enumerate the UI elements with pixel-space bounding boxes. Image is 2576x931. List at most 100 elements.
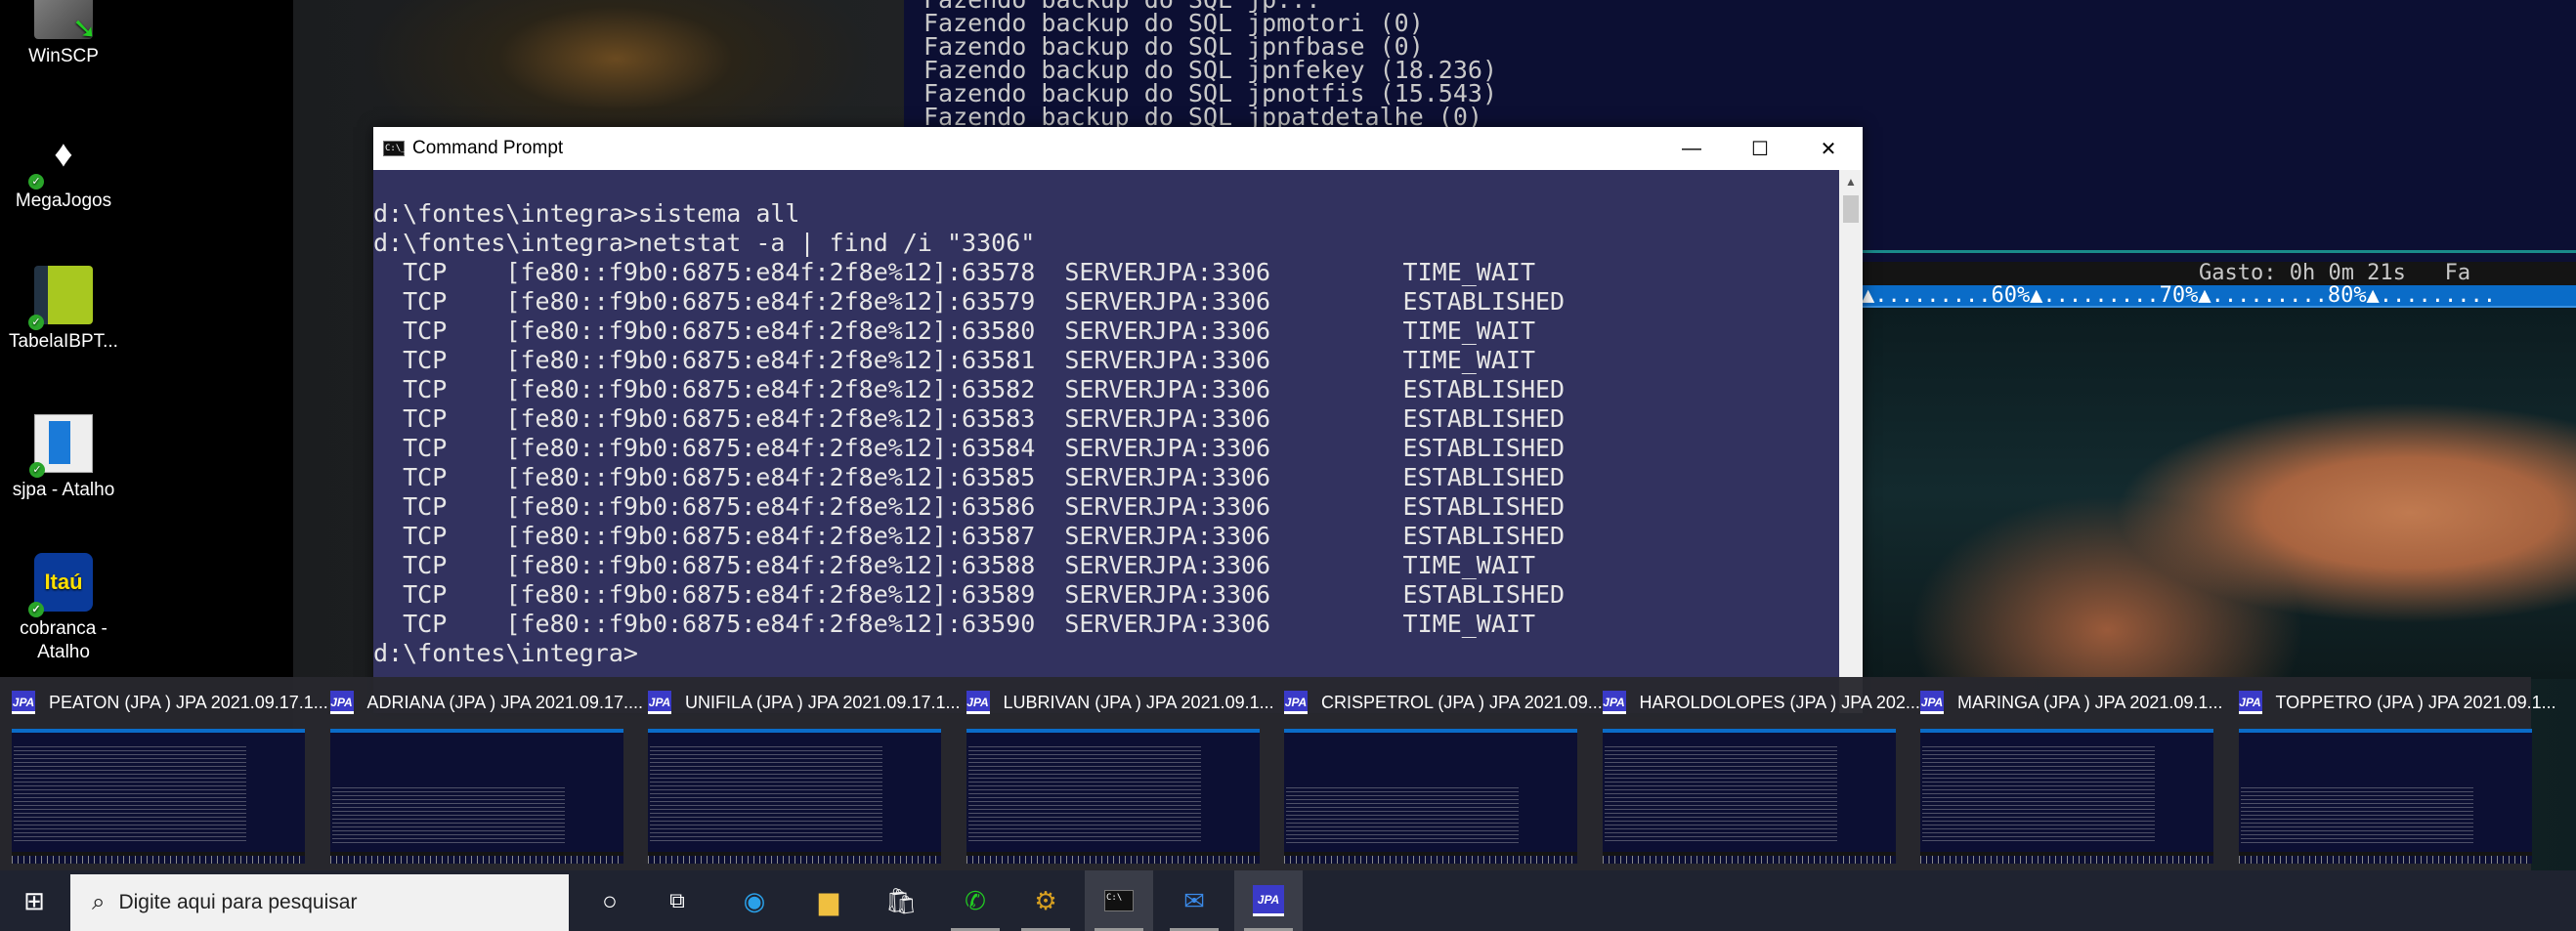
netstat-state: TIME_WAIT [1402, 610, 1536, 638]
spreadsheet-icon: ✓ [28, 266, 93, 330]
vertical-scrollbar[interactable]: ▲ [1839, 170, 1863, 713]
taskbar-app[interactable]: ⚙ [1011, 870, 1080, 931]
netstat-local: [fe80::f9b0:6875:e84f:2f8e%12]:63578 [505, 258, 1036, 286]
jpa-icon: JPA [1253, 885, 1284, 916]
netstat-state: ESTABLISHED [1402, 522, 1566, 550]
taskbar-jpa[interactable]: JPA [1234, 870, 1303, 931]
thumbnail-preview [2238, 729, 2532, 864]
minimize-button[interactable]: — [1657, 127, 1726, 170]
close-button[interactable]: ✕ [1794, 127, 1863, 170]
search-box[interactable]: ⌕ Digite aqui para pesquisar [70, 874, 569, 931]
netstat-row: TCP [fe80::f9b0:6875:e84f:2f8e%12]:63584 S… [373, 434, 1839, 463]
window-thumbnail[interactable]: JPA LUBRIVAN (JPA ) JPA 2021.09.1... [955, 677, 1274, 870]
netstat-state: ESTABLISHED [1402, 434, 1566, 462]
command-prompt-window[interactable]: C:\_ Command Prompt — ☐ ✕ d:\fontes\inte… [373, 127, 1863, 713]
netstat-row: TCP [fe80::f9b0:6875:e84f:2f8e%12]:63581 S… [373, 346, 1839, 375]
scrollbar-thumb[interactable] [1843, 195, 1859, 223]
start-button[interactable]: ⊞ [0, 870, 68, 931]
desktop-icon-winscp[interactable]: ➘ WinSCP [0, 0, 127, 68]
wallpaper-photo [1863, 308, 2576, 679]
netstat-local: [fe80::f9b0:6875:e84f:2f8e%12]:63583 [505, 404, 1036, 433]
taskbar-whatsapp[interactable]: ✆ [941, 870, 1009, 931]
netstat-proto: TCP [403, 580, 448, 609]
title-bar[interactable]: C:\_ Command Prompt [373, 127, 1863, 170]
taskbar: ⊞ ⌕ Digite aqui para pesquisar ○ ⧉ ◉ ▆ 🛍… [0, 870, 2576, 931]
taskbar-edge[interactable]: ◉ [720, 870, 789, 931]
taskbar-store[interactable]: 🛍 [867, 870, 935, 931]
netstat-state: ESTABLISHED [1402, 375, 1566, 403]
divider [1862, 250, 2576, 253]
netstat-local: [fe80::f9b0:6875:e84f:2f8e%12]:63584 [505, 434, 1036, 462]
prompt-line: d:\fontes\integra>sistema all [373, 199, 800, 228]
desktop: ➘ WinSCP ♦ ✓ MegaJogos ✓ TabelaIBPT... ✓ … [0, 0, 2576, 931]
netstat-local: [fe80::f9b0:6875:e84f:2f8e%12]:63590 [505, 610, 1036, 638]
app-icon: ⚙ [1034, 885, 1057, 915]
cortana-button[interactable]: ○ [576, 870, 644, 931]
netstat-state: ESTABLISHED [1402, 580, 1566, 609]
thunderbird-icon: ✉ [1183, 885, 1205, 915]
window-title: Command Prompt [412, 138, 564, 158]
jpa-icon: JPA [966, 691, 990, 714]
jpa-icon: JPA [2238, 691, 2262, 714]
desktop-icon-label: cobranca - Atalho [20, 618, 107, 662]
jpa-icon: JPA [1284, 691, 1308, 714]
netstat-foreign: SERVERJPA:3306 [1064, 522, 1271, 550]
elapsed-status: Gasto: 0h 0m 21s Fa [1862, 262, 2576, 285]
netstat-row: TCP [fe80::f9b0:6875:e84f:2f8e%12]:63589 S… [373, 580, 1839, 610]
window-thumbnail[interactable]: JPA ADRIANA (JPA ) JPA 2021.09.17.... [319, 677, 643, 870]
window-thumbnail[interactable]: JPA PEATON (JPA ) JPA 2021.09.17.1... [0, 677, 328, 870]
window-thumbnail[interactable]: JPA MARINGA (JPA ) JPA 2021.09.1... [1909, 677, 2226, 870]
netstat-foreign: SERVERJPA:3306 [1064, 492, 1271, 521]
netstat-local: [fe80::f9b0:6875:e84f:2f8e%12]:63580 [505, 317, 1036, 345]
netstat-state: ESTABLISHED [1402, 492, 1566, 521]
whatsapp-icon: ✆ [965, 885, 986, 915]
netstat-row: TCP [fe80::f9b0:6875:e84f:2f8e%12]:63580 S… [373, 317, 1839, 346]
netstat-foreign: SERVERJPA:3306 [1064, 404, 1271, 433]
netstat-row: TCP [fe80::f9b0:6875:e84f:2f8e%12]:63590 S… [373, 610, 1839, 639]
cortana-icon: ○ [602, 885, 618, 915]
netstat-foreign: SERVERJPA:3306 [1064, 375, 1271, 403]
netstat-foreign: SERVERJPA:3306 [1064, 610, 1271, 638]
netstat-local: [fe80::f9b0:6875:e84f:2f8e%12]:63587 [505, 522, 1036, 550]
netstat-foreign: SERVERJPA:3306 [1064, 551, 1271, 579]
taskbar-file-explorer[interactable]: ▆ [794, 870, 863, 931]
netstat-row: TCP [fe80::f9b0:6875:e84f:2f8e%12]:63582 S… [373, 375, 1839, 404]
window-thumbnail[interactable]: JPA CRISPETROL (JPA ) JPA 2021.09.... [1272, 677, 1608, 870]
netstat-state: TIME_WAIT [1402, 317, 1536, 345]
console-output[interactable]: d:\fontes\integra>sistema all d:\fontes\i… [373, 170, 1839, 713]
taskbar-thunderbird[interactable]: ✉ [1160, 870, 1228, 931]
thumbnail-title: PEATON (JPA ) JPA 2021.09.17.1... [49, 692, 328, 712]
netstat-local: [fe80::f9b0:6875:e84f:2f8e%12]:63586 [505, 492, 1036, 521]
thumbnail-header: JPA TOPPETRO (JPA ) JPA 2021.09.1... [2238, 691, 2556, 714]
netstat-foreign: SERVERJPA:3306 [1064, 317, 1271, 345]
prompt-line: d:\fontes\integra>netstat -a | find /i "… [373, 229, 1036, 257]
window-thumbnail[interactable]: JPA TOPPETRO (JPA ) JPA 2021.09.1... [2227, 677, 2556, 870]
thumbnail-preview [1920, 729, 2213, 864]
netstat-local: [fe80::f9b0:6875:e84f:2f8e%12]:63585 [505, 463, 1036, 491]
netstat-local: [fe80::f9b0:6875:e84f:2f8e%12]:63589 [505, 580, 1036, 609]
desktop-icon-cobranca[interactable]: Itaú ✓ cobranca - Atalho [0, 553, 127, 664]
netstat-row: TCP [fe80::f9b0:6875:e84f:2f8e%12]:63583 S… [373, 404, 1839, 434]
netstat-row: TCP [fe80::f9b0:6875:e84f:2f8e%12]:63579 S… [373, 287, 1839, 317]
desktop-icon-megajogos[interactable]: ♦ ✓ MegaJogos [0, 125, 127, 213]
window-thumbnail[interactable]: JPA HAROLDOLOPES (JPA ) JPA 202... [1591, 677, 1920, 870]
netstat-foreign: SERVERJPA:3306 [1064, 258, 1271, 286]
console-line: Fazendo backup do SQL jppatdetalhe (0) [923, 103, 1482, 131]
file-explorer-icon: ▆ [819, 885, 838, 915]
maximize-button[interactable]: ☐ [1726, 127, 1794, 170]
thumbnail-header: JPA LUBRIVAN (JPA ) JPA 2021.09.1... [966, 691, 1274, 714]
netstat-foreign: SERVERJPA:3306 [1064, 346, 1271, 374]
netstat-local: [fe80::f9b0:6875:e84f:2f8e%12]:63581 [505, 346, 1036, 374]
task-view-button[interactable]: ⧉ [643, 870, 711, 931]
taskbar-thumbnail-previews: JPA PEATON (JPA ) JPA 2021.09.17.1... JPA A… [0, 677, 2556, 870]
thumbnail-title: CRISPETROL (JPA ) JPA 2021.09.... [1321, 692, 1608, 712]
window-thumbnail[interactable]: JPA UNIFILA (JPA ) JPA 2021.09.17.1... [636, 677, 960, 870]
scroll-up-arrow-icon[interactable]: ▲ [1839, 170, 1863, 193]
thumbnail-preview [648, 729, 941, 864]
taskbar-command-prompt[interactable]: C:\ [1085, 870, 1153, 931]
netstat-row: TCP [fe80::f9b0:6875:e84f:2f8e%12]:63588 S… [373, 551, 1839, 580]
thumbnail-title: UNIFILA (JPA ) JPA 2021.09.17.1... [685, 692, 961, 712]
windows-icon: ⊞ [23, 885, 45, 915]
desktop-icon-sjpa[interactable]: ✓ sjpa - Atalho [0, 414, 127, 502]
desktop-icon-tabelaibpt[interactable]: ✓ TabelaIBPT... [0, 266, 127, 354]
